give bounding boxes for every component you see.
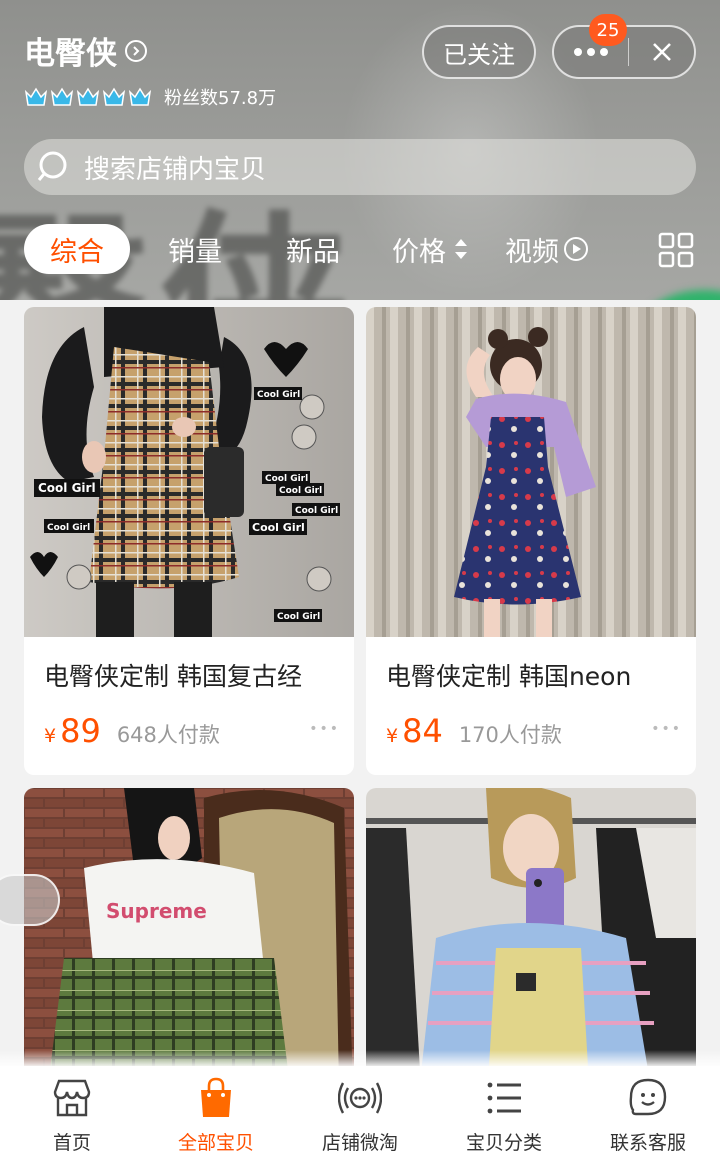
- chevron-right-icon: [125, 39, 147, 62]
- product-image: [366, 788, 696, 1078]
- product-price-row: ¥ 89 648人付款: [44, 712, 220, 750]
- product-price: 84: [402, 712, 443, 750]
- product-card[interactable]: [366, 788, 696, 1078]
- nav-shop-feed[interactable]: 店铺微淘: [288, 1066, 432, 1156]
- more-dots-icon: [574, 48, 608, 56]
- cool-girl-sticker: Cool Girl: [249, 519, 307, 535]
- product-image: Cool Girl Cool Girl Cool Girl Cool Girl …: [24, 307, 354, 637]
- nav-customer-service[interactable]: 联系客服: [576, 1066, 720, 1156]
- background-green-shape: [630, 290, 720, 300]
- tab-price-label: 价格: [392, 236, 446, 268]
- svg-text:Supreme: Supreme: [106, 899, 207, 923]
- close-icon: [652, 43, 671, 61]
- crown-icon: [50, 87, 74, 106]
- notification-badge: 25: [589, 14, 627, 46]
- shop-icon: [53, 1079, 91, 1117]
- svg-text:Cool Girl: Cool Girl: [295, 506, 338, 516]
- tab-video-label: 视频: [505, 236, 559, 268]
- supreme-print: Supreme: [106, 899, 207, 923]
- more-options-icon[interactable]: •••: [309, 721, 340, 737]
- crown-icon: [128, 87, 152, 106]
- broadcast-icon: [338, 1082, 382, 1114]
- close-button[interactable]: [629, 27, 694, 77]
- nav-customer-service-label: 联系客服: [609, 1132, 686, 1154]
- grid-view-icon[interactable]: [658, 232, 694, 268]
- cool-girl-sticker: Cool Girl: [44, 519, 94, 533]
- nav-categories-label: 宝贝分类: [465, 1132, 542, 1154]
- cool-girl-sticker: Cool Girl: [34, 479, 100, 497]
- tab-price[interactable]: 价格: [392, 224, 470, 274]
- product-card[interactable]: Cool Girl Cool Girl Cool Girl Cool Girl …: [24, 307, 354, 775]
- shop-name: 电臀侠: [24, 36, 117, 72]
- shop-search-bar[interactable]: 搜索店铺内宝贝: [24, 139, 696, 195]
- product-card[interactable]: Supreme: [24, 788, 354, 1078]
- floating-assistant-button[interactable]: [0, 874, 60, 926]
- cool-girl-sticker: Cool Girl: [274, 609, 322, 622]
- category-list-icon: [487, 1082, 521, 1114]
- nav-all-items-label: 全部宝贝: [177, 1132, 254, 1154]
- play-circle-icon: [564, 237, 588, 261]
- bottom-tab-bar: 首页 全部宝贝 店铺微淘 宝贝分类 联系客服: [0, 1066, 720, 1156]
- cool-girl-sticker: Cool Girl: [262, 471, 310, 484]
- cool-girl-sticker: Cool Girl: [254, 387, 302, 400]
- currency-symbol: ¥: [386, 725, 399, 747]
- product-card[interactable]: 电臀侠定制 韩国neon ¥ 84 170人付款 •••: [366, 307, 696, 775]
- tab-video[interactable]: 视频: [505, 224, 589, 274]
- nav-shop-feed-label: 店铺微淘: [321, 1132, 398, 1154]
- product-title: 电臀侠定制 韩国neon: [386, 662, 632, 691]
- product-image: [366, 307, 696, 637]
- follow-button[interactable]: 已关注: [422, 25, 536, 79]
- svg-text:Cool Girl: Cool Girl: [38, 481, 96, 495]
- fans-count: 粉丝数57.8万: [164, 88, 277, 109]
- search-icon: [37, 151, 67, 181]
- search-placeholder: 搜索店铺内宝贝: [84, 154, 267, 185]
- cool-girl-sticker: Cool Girl: [276, 483, 324, 496]
- shopping-bag-icon: [201, 1077, 231, 1117]
- shop-rating-row: 粉丝数57.8万: [24, 84, 276, 110]
- nav-categories[interactable]: 宝贝分类: [432, 1066, 576, 1156]
- nav-home[interactable]: 首页: [0, 1066, 144, 1156]
- nav-home-label: 首页: [52, 1132, 91, 1154]
- tab-comprehensive[interactable]: 综合: [24, 224, 130, 274]
- sort-tabs: 综合 销量 新品 价格 视频: [0, 224, 720, 278]
- product-title: 电臀侠定制 韩国复古经: [44, 662, 302, 691]
- svg-text:Cool Girl: Cool Girl: [277, 612, 320, 622]
- svg-text:Cool Girl: Cool Girl: [279, 486, 322, 496]
- shop-name-link[interactable]: 电臀侠: [24, 28, 147, 73]
- crown-icon: [24, 87, 48, 106]
- sales-count: 648人付款: [116, 723, 220, 747]
- product-price-row: ¥ 84 170人付款: [386, 712, 562, 750]
- more-options-icon[interactable]: •••: [651, 721, 682, 737]
- svg-text:Cool Girl: Cool Girl: [47, 523, 90, 533]
- svg-text:Cool Girl: Cool Girl: [257, 390, 300, 400]
- cool-girl-sticker: Cool Girl: [292, 503, 340, 516]
- chat-icon: [629, 1078, 667, 1116]
- tab-sales[interactable]: 销量: [168, 224, 222, 274]
- crown-icon: [102, 87, 126, 106]
- sales-count: 170人付款: [458, 723, 562, 747]
- crown-icon: [76, 87, 100, 106]
- tab-new[interactable]: 新品: [286, 224, 340, 274]
- product-price: 89: [60, 712, 101, 750]
- svg-text:Cool Girl: Cool Girl: [265, 474, 308, 484]
- nav-all-items[interactable]: 全部宝贝: [144, 1066, 288, 1156]
- sort-arrows-icon: [455, 239, 467, 259]
- currency-symbol: ¥: [44, 725, 57, 747]
- svg-text:Cool Girl: Cool Girl: [252, 521, 305, 534]
- product-image: Supreme: [24, 788, 354, 1078]
